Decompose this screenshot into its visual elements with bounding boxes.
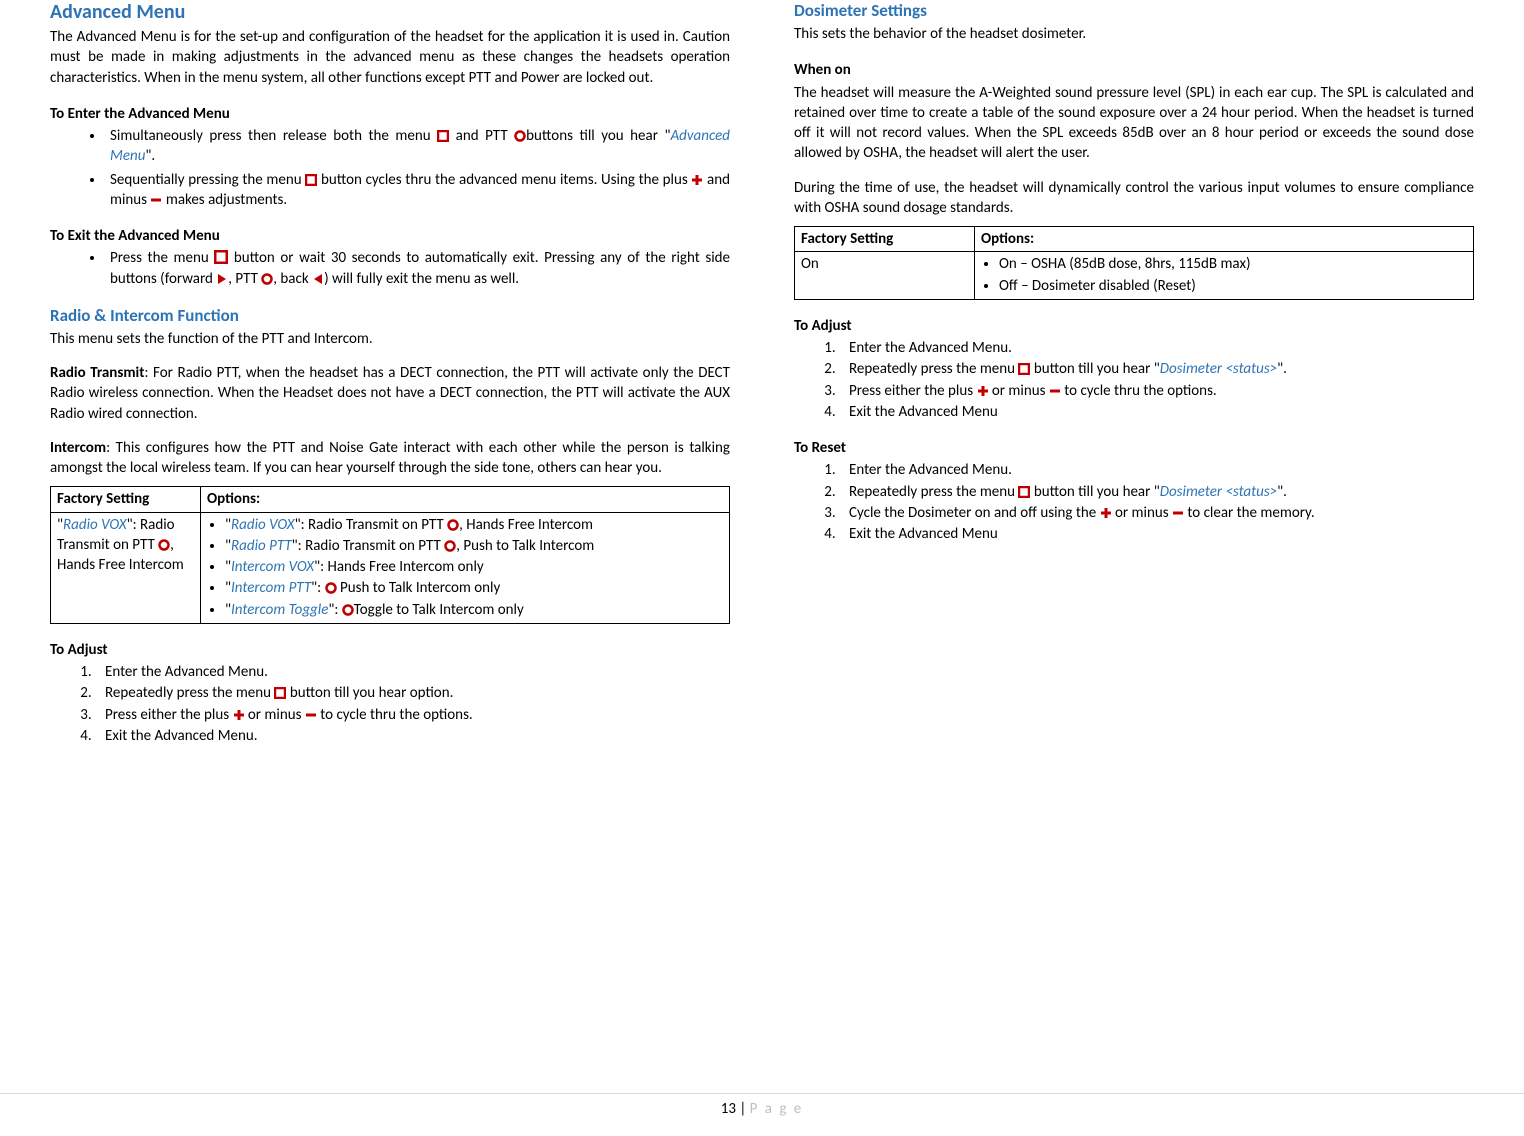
minus-icon <box>305 709 317 721</box>
th-factory-setting: Factory Setting <box>795 227 975 252</box>
square-icon <box>1018 363 1030 375</box>
td-options: On – OSHA (85dB dose, 8hrs, 115dB max) O… <box>975 252 1474 300</box>
circle-icon <box>447 519 459 531</box>
circle-icon <box>325 582 337 594</box>
paragraph: This menu sets the function of the PTT a… <box>50 329 730 349</box>
list-item: Press the menu button or wait 30 seconds… <box>105 248 730 289</box>
option-item: On – OSHA (85dB dose, 8hrs, 115dB max) <box>999 254 1467 274</box>
paragraph: Intercom: This configures how the PTT an… <box>50 438 730 479</box>
subhead-enter: To Enter the Advanced Menu <box>50 104 730 124</box>
subhead-reset: To Reset <box>794 438 1474 458</box>
list-item: Repeatedly press the menu button till yo… <box>95 683 730 703</box>
plus-icon <box>233 709 245 721</box>
list-item: Enter the Advanced Menu. <box>95 662 730 682</box>
plus-icon <box>1100 507 1112 519</box>
list-item: Press either the plus or minus to cycle … <box>839 381 1474 401</box>
heading-radio-intercom: Radio & Intercom Function <box>50 305 730 326</box>
subhead-adjust: To Adjust <box>50 640 730 660</box>
minus-icon <box>1172 507 1184 519</box>
paragraph: This sets the behavior of the headset do… <box>794 24 1474 44</box>
subhead-adjust: To Adjust <box>794 316 1474 336</box>
table-radio-options: Factory Setting Options: "Radio VOX": Ra… <box>50 486 730 624</box>
list-enter: Simultaneously press then release both t… <box>105 126 730 210</box>
list-item: Press either the plus or minus to cycle … <box>95 705 730 725</box>
circle-icon <box>158 539 170 551</box>
list-reset: Enter the Advanced Menu. Repeatedly pres… <box>839 460 1474 544</box>
circle-icon <box>342 604 354 616</box>
heading-dosimeter: Dosimeter Settings <box>794 0 1474 21</box>
square-icon <box>214 250 228 264</box>
circle-icon <box>261 273 273 285</box>
list-adjust: Enter the Advanced Menu. Repeatedly pres… <box>839 338 1474 422</box>
paragraph: Radio Transmit: For Radio PTT, when the … <box>50 363 730 424</box>
menu-voice-prompt: Dosimeter <status> <box>1160 483 1277 501</box>
th-options: Options: <box>975 227 1474 252</box>
td-factory-setting: "Radio VOX": Radio Transmit on PTT , Han… <box>51 512 201 623</box>
list-item: Simultaneously press then release both t… <box>105 126 730 167</box>
list-item: Cycle the Dosimeter on and off using the… <box>839 503 1474 523</box>
list-item: Enter the Advanced Menu. <box>839 338 1474 358</box>
list-item: Exit the Advanced Menu <box>839 524 1474 544</box>
subhead-when-on: When on <box>794 60 1474 80</box>
td-options: "Radio VOX": Radio Transmit on PTT , Han… <box>201 512 730 623</box>
option-item: "Intercom PTT": Push to Talk Intercom on… <box>225 578 723 598</box>
circle-icon <box>514 130 526 142</box>
circle-icon <box>444 540 456 552</box>
list-item: Enter the Advanced Menu. <box>839 460 1474 480</box>
th-options: Options: <box>201 487 730 512</box>
paragraph: The headset will measure the A-Weighted … <box>794 83 1474 164</box>
square-icon <box>1018 486 1030 498</box>
list-item: Exit the Advanced Menu <box>839 402 1474 422</box>
paragraph: The Advanced Menu is for the set-up and … <box>50 27 730 88</box>
td-factory-setting: On <box>795 252 975 300</box>
left-column: Advanced Menu The Advanced Menu is for t… <box>50 0 730 747</box>
minus-icon <box>1049 385 1061 397</box>
option-item: "Intercom VOX": Hands Free Intercom only <box>225 557 723 577</box>
plus-icon <box>691 174 703 186</box>
page-number: 13 <box>721 1100 736 1118</box>
menu-voice-prompt: Dosimeter <status> <box>1160 360 1277 378</box>
list-item: Repeatedly press the menu button till yo… <box>839 482 1474 502</box>
back-icon <box>312 273 324 285</box>
option-item: "Radio PTT": Radio Transmit on PTT , Pus… <box>225 536 723 556</box>
option-item: "Radio VOX": Radio Transmit on PTT , Han… <box>225 515 723 535</box>
list-adjust: Enter the Advanced Menu. Repeatedly pres… <box>95 662 730 746</box>
square-icon <box>437 130 449 142</box>
square-icon <box>305 174 317 186</box>
option-item: Off – Dosimeter disabled (Reset) <box>999 276 1467 296</box>
subhead-exit: To Exit the Advanced Menu <box>50 226 730 246</box>
list-item: Repeatedly press the menu button till yo… <box>839 359 1474 379</box>
option-item: "Intercom Toggle": Toggle to Talk Interc… <box>225 600 723 620</box>
minus-icon <box>150 194 162 206</box>
table-dosimeter-options: Factory Setting Options: On On – OSHA (8… <box>794 226 1474 300</box>
th-factory-setting: Factory Setting <box>51 487 201 512</box>
square-icon <box>274 687 286 699</box>
list-item: Sequentially pressing the menu button cy… <box>105 170 730 211</box>
page-footer: 13 | P a g e <box>0 1093 1524 1118</box>
list-exit: Press the menu button or wait 30 seconds… <box>105 248 730 289</box>
heading-advanced-menu: Advanced Menu <box>50 0 730 24</box>
page-label: P a g e <box>750 1100 804 1118</box>
forward-icon <box>216 273 228 285</box>
paragraph: During the time of use, the headset will… <box>794 178 1474 219</box>
right-column: Dosimeter Settings This sets the behavio… <box>794 0 1474 747</box>
plus-icon <box>977 385 989 397</box>
list-item: Exit the Advanced Menu. <box>95 726 730 746</box>
